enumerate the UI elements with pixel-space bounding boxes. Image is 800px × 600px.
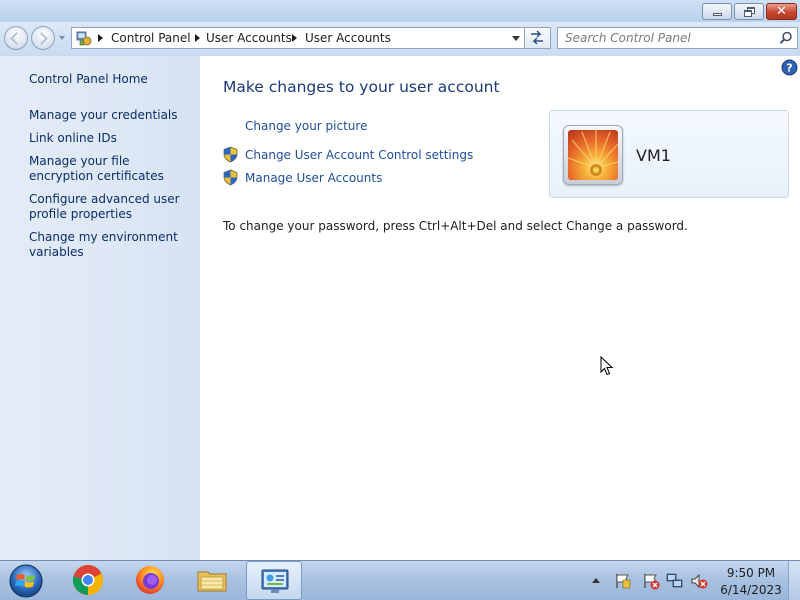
breadcrumb-separator-icon[interactable] [195,34,200,42]
control-panel-icon [261,569,289,593]
breadcrumb-control-panel[interactable]: Control Panel [111,30,191,46]
chrome-icon [72,565,104,596]
breadcrumb-user-accounts-current[interactable]: User Accounts [305,30,391,46]
flower-picture-icon [568,130,618,180]
search-box[interactable] [557,27,798,49]
taskbar-firefox[interactable] [122,561,178,600]
clock-time[interactable]: 9:50 PM [712,566,790,580]
left-task-pane: Control Panel Home Manage your credentia… [0,56,200,560]
back-button[interactable] [4,26,28,50]
svg-text:?: ? [786,62,792,75]
uac-shield-icon [223,169,238,186]
close-icon: ✕ [776,4,787,19]
page-title: Make changes to your user account [223,78,500,96]
refresh-icon [531,30,543,45]
uac-settings-link[interactable]: Change User Account Control settings [245,148,473,162]
avatar-frame[interactable] [563,125,623,185]
user-name: VM1 [636,146,671,165]
taskbar-chrome[interactable] [60,561,116,600]
manage-credentials-link[interactable]: Manage your credentials [29,108,197,123]
address-dropdown-icon[interactable] [512,36,520,41]
close-button[interactable]: ✕ [766,3,797,20]
network-icon[interactable] [666,572,684,590]
restore-button[interactable] [734,3,764,20]
minimize-button[interactable] [702,3,732,20]
advanced-profile-properties-link[interactable]: Configure advanced user profile properti… [29,192,197,222]
navigation-bar: Control Panel User Accounts User Account… [0,22,800,56]
show-hidden-icons-icon[interactable] [592,578,600,583]
recent-pages-dropdown[interactable] [59,36,65,40]
taskbar-control-panel[interactable] [246,561,302,600]
action-center-icon[interactable] [614,572,632,590]
start-button-icon[interactable] [7,563,45,599]
environment-variables-link[interactable]: Change my environment variables [29,230,197,260]
folder-icon [197,571,227,592]
taskbar: 9:50 PM 6/14/2023 [0,560,800,600]
user-account-tile: VM1 [549,110,789,198]
address-bar[interactable]: Control Panel User Accounts User Account… [71,27,525,49]
breadcrumb-user-accounts[interactable]: User Accounts [206,30,292,46]
refresh-button[interactable] [525,27,551,49]
main-content: ? Make changes to your user account Chan… [200,56,800,560]
control-panel-icon [76,31,92,46]
file-encryption-certificates-link[interactable]: Manage your file encryption certificates [29,154,197,184]
manage-user-accounts-link[interactable]: Manage User Accounts [245,171,382,185]
uac-shield-icon [223,146,238,163]
search-input[interactable] [558,28,775,48]
forward-button[interactable] [31,26,55,50]
password-instructions: To change your password, press Ctrl+Alt+… [223,219,688,233]
taskbar-file-explorer[interactable] [184,561,240,600]
mouse-cursor-icon [600,356,614,376]
control-panel-home-link[interactable]: Control Panel Home [29,72,197,87]
change-picture-link[interactable]: Change your picture [245,119,367,133]
breadcrumb-separator-icon[interactable] [292,34,297,42]
link-online-ids-link[interactable]: Link online IDs [29,131,197,146]
clock-date[interactable]: 6/14/2023 [712,583,790,597]
window-title-bar: ✕ [0,0,800,22]
action-center-warning-icon[interactable] [642,572,660,590]
search-icon[interactable] [778,30,794,46]
help-icon[interactable]: ? [781,59,798,76]
breadcrumb-separator-icon[interactable] [98,34,103,42]
volume-muted-icon[interactable] [690,572,708,590]
firefox-icon [136,566,164,594]
show-desktop-button[interactable] [788,561,800,600]
